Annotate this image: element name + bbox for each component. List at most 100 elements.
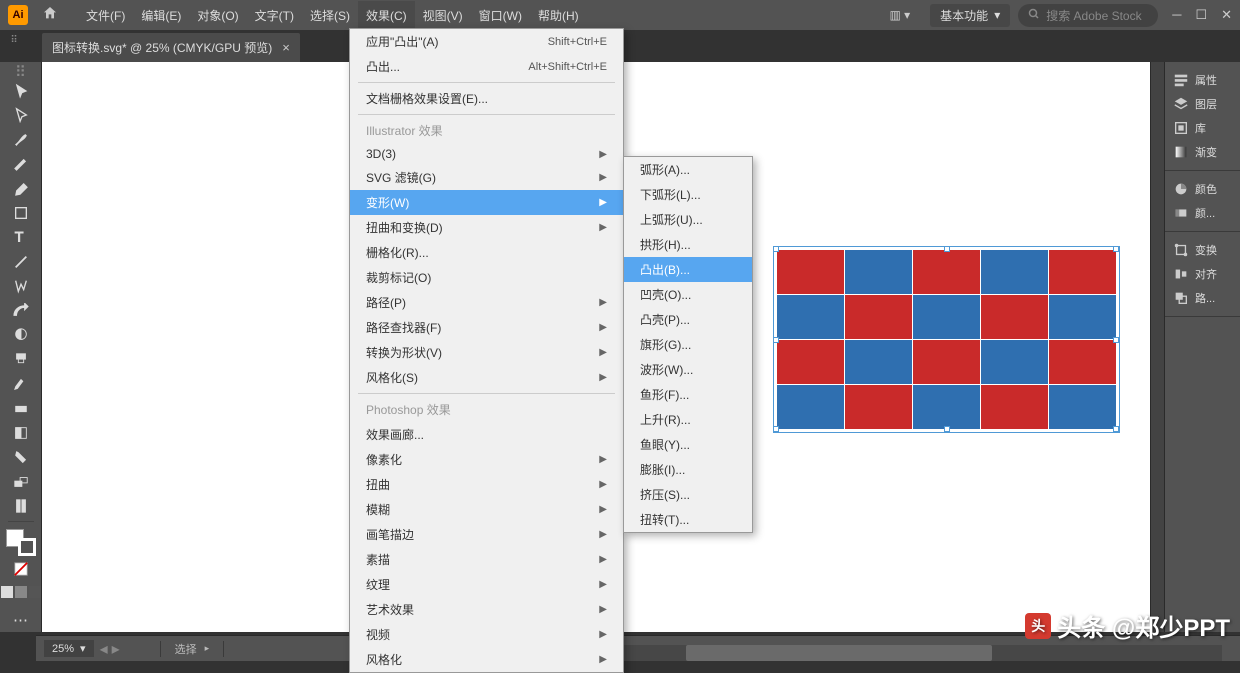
menu-entry[interactable]: 凹壳(O)... (624, 282, 752, 307)
pen-tool[interactable] (6, 152, 36, 175)
menubar: 文件(F)编辑(E)对象(O)文字(T)选择(S)效果(C)视图(V)窗口(W)… (78, 5, 889, 25)
panel-button[interactable]: 路... (1165, 286, 1240, 310)
nav-prev-icon[interactable]: ◂ (100, 639, 108, 659)
menu-entry[interactable]: 凸出(B)... (624, 257, 752, 282)
home-icon[interactable] (42, 5, 58, 25)
menu-item[interactable]: 效果(C) (358, 1, 415, 30)
panel-handle-icon[interactable]: ⠿ (4, 33, 24, 47)
menu-entry[interactable]: 膨胀(I)... (624, 457, 752, 482)
paintbrush-tool[interactable] (6, 275, 36, 298)
menu-entry[interactable]: 素描▶ (350, 547, 623, 572)
menu-entry[interactable]: 凸出...Alt+Shift+Ctrl+E (350, 54, 623, 79)
menu-entry[interactable]: 视频▶ (350, 622, 623, 647)
menu-entry[interactable]: 像素化▶ (350, 447, 623, 472)
menu-entry[interactable]: 画笔描边▶ (350, 522, 623, 547)
menu-entry[interactable]: 扭曲▶ (350, 472, 623, 497)
menu-entry[interactable]: 纹理▶ (350, 572, 623, 597)
menu-item[interactable]: 视图(V) (415, 1, 471, 30)
menu-entry[interactable]: 风格化(S)▶ (350, 365, 623, 390)
panel-button[interactable]: 渐变 (1165, 140, 1240, 164)
none-fill-icon[interactable] (6, 557, 36, 580)
edit-toolbar-icon[interactable]: ⋯ (6, 609, 36, 632)
menu-entry[interactable]: 3D(3)▶ (350, 143, 623, 165)
panel-button[interactable]: 对齐 (1165, 262, 1240, 286)
menu-entry[interactable]: SVG 滤镜(G)▶ (350, 165, 623, 190)
menu-entry[interactable]: 鱼形(F)... (624, 382, 752, 407)
menu-item[interactable]: 文件(F) (78, 1, 133, 30)
panel-collapse-strip[interactable] (1150, 62, 1164, 632)
pencil-tool[interactable] (6, 177, 36, 200)
toolbox-handle[interactable]: ⠿ (6, 66, 36, 78)
menu-item[interactable]: 窗口(W) (471, 1, 530, 30)
menu-entry[interactable]: 艺术效果▶ (350, 597, 623, 622)
panel-button[interactable]: 图层 (1165, 92, 1240, 116)
width-tool[interactable] (6, 348, 36, 371)
menu-item[interactable]: 帮助(H) (530, 1, 587, 30)
menu-item[interactable]: 选择(S) (302, 1, 358, 30)
minimize-button[interactable]: ─ (1172, 7, 1181, 23)
essentials-switcher-icon[interactable]: ▥ ▾ (889, 8, 910, 22)
menu-entry[interactable]: 上升(R)... (624, 407, 752, 432)
effects-menu-dropdown: 应用"凸出"(A)Shift+Ctrl+E凸出...Alt+Shift+Ctrl… (349, 28, 624, 673)
menu-section-header: Photoshop 效果 (350, 397, 623, 422)
titlebar: Ai 文件(F)编辑(E)对象(O)文字(T)选择(S)效果(C)视图(V)窗口… (0, 0, 1240, 30)
fill-stroke-control[interactable] (6, 529, 36, 556)
panel-button[interactable]: 变换 (1165, 238, 1240, 262)
maximize-button[interactable]: ☐ (1195, 7, 1207, 23)
menu-entry[interactable]: 挤压(S)... (624, 482, 752, 507)
document-tab[interactable]: 图标转换.svg* @ 25% (CMYK/GPU 预览) × (42, 33, 300, 62)
menu-entry[interactable]: 鱼眼(Y)... (624, 432, 752, 457)
artboard-tool[interactable] (6, 470, 36, 493)
curvature-tool[interactable] (6, 128, 36, 151)
nav-next-icon[interactable]: ▸ (112, 639, 120, 659)
scissors-tool[interactable] (6, 446, 36, 469)
tab-close-icon[interactable]: × (282, 40, 290, 55)
menu-entry[interactable]: 文档栅格效果设置(E)... (350, 86, 623, 111)
column-graph-tool[interactable] (6, 495, 36, 518)
direct-selection-tool[interactable] (6, 103, 36, 126)
menu-entry[interactable]: 凸壳(P)... (624, 307, 752, 332)
menu-entry[interactable]: 下弧形(L)... (624, 182, 752, 207)
menu-entry[interactable]: 上弧形(U)... (624, 207, 752, 232)
close-button[interactable]: ✕ (1221, 7, 1232, 23)
eraser-tool[interactable] (6, 397, 36, 420)
rectangle-tool[interactable] (6, 201, 36, 224)
menu-entry[interactable]: 变形(W)▶ (350, 190, 623, 215)
menu-entry[interactable]: 风格化▶ (350, 647, 623, 672)
menu-entry[interactable]: 路径(P)▶ (350, 290, 623, 315)
menu-entry[interactable]: 裁剪标记(O) (350, 265, 623, 290)
menu-entry[interactable]: 拱形(H)... (624, 232, 752, 257)
panel-button[interactable]: 库 (1165, 116, 1240, 140)
menu-entry[interactable]: 模糊▶ (350, 497, 623, 522)
gradient-tool[interactable] (6, 421, 36, 444)
menu-entry[interactable]: 扭曲和变换(D)▶ (350, 215, 623, 240)
zoom-dropdown[interactable]: 25%▾ (44, 640, 94, 657)
menu-entry[interactable]: 栅格化(R)... (350, 240, 623, 265)
panel-button[interactable]: 颜色 (1165, 177, 1240, 201)
menu-item[interactable]: 对象(O) (189, 1, 246, 30)
selection-tool[interactable] (6, 79, 36, 102)
line-tool[interactable] (6, 250, 36, 273)
menu-item[interactable]: 文字(T) (247, 1, 302, 30)
rotate-tool[interactable] (6, 299, 36, 322)
panel-button[interactable]: 属性 (1165, 68, 1240, 92)
menu-entry[interactable]: 应用"凸出"(A)Shift+Ctrl+E (350, 29, 623, 54)
menu-item[interactable]: 编辑(E) (133, 1, 189, 30)
panel-button[interactable]: 颜... (1165, 201, 1240, 225)
selected-artwork[interactable] (777, 250, 1116, 429)
menu-entry[interactable]: 波形(W)... (624, 357, 752, 382)
menu-entry[interactable]: 路径查找器(F)▶ (350, 315, 623, 340)
type-tool[interactable]: T (6, 226, 36, 249)
watermark-logo-icon: 头 (1025, 613, 1051, 639)
draw-modes[interactable] (0, 586, 47, 598)
menu-entry[interactable]: 效果画廊... (350, 422, 623, 447)
search-input[interactable]: 搜索 Adobe Stock (1018, 4, 1158, 27)
menu-entry[interactable]: 扭转(T)... (624, 507, 752, 532)
menu-entry[interactable]: 旗形(G)... (624, 332, 752, 357)
eyedropper-tool[interactable] (6, 372, 36, 395)
status-mode[interactable]: 选择▸ (160, 641, 225, 657)
shape-builder-tool[interactable] (6, 324, 36, 347)
menu-entry[interactable]: 转换为形状(V)▶ (350, 340, 623, 365)
workspace-switcher[interactable]: 基本功能▾ (930, 4, 1010, 27)
menu-entry[interactable]: 弧形(A)... (624, 157, 752, 182)
